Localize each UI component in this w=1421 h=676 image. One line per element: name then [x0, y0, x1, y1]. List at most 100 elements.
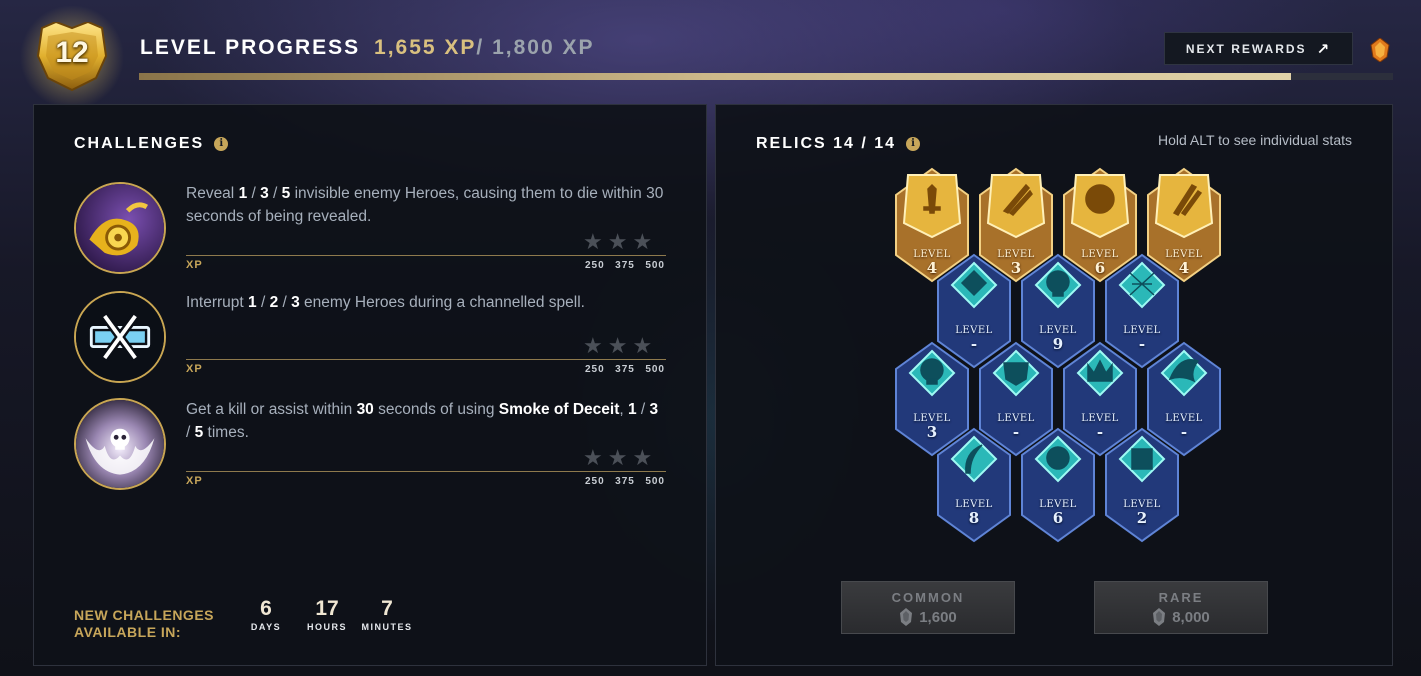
challenge-text: / [268, 185, 282, 202]
xp-value-1: 250 [585, 476, 605, 487]
challenge-item: Interrupt 1 / 2 / 3 enemy Heroes during … [74, 291, 668, 387]
challenge-text: Get a kill or assist within [186, 401, 357, 418]
challenge-item: Reveal 1 / 3 / 5 invisible enemy Heroes,… [74, 182, 668, 278]
external-arrow-icon: ↗ [1316, 40, 1332, 58]
common-button-cost: 1,600 [842, 608, 1014, 626]
challenge-stars: ★★★ [583, 445, 658, 470]
challenge-text: , [619, 401, 628, 418]
challenge-text: / [247, 185, 261, 202]
relic-blue-4-3[interactable]: LEVEL 2 [1102, 427, 1182, 543]
relics-title-text: RELICS 14 / 14 [756, 135, 897, 152]
challenge-stars: ★★★ [583, 333, 658, 358]
new-challenges-line2: AVAILABLE IN: [74, 624, 182, 640]
xp-value-1: 250 [585, 364, 605, 375]
relics-title: RELICS 14 / 14 i [756, 135, 921, 153]
current-xp: 1,655 XP [374, 36, 477, 59]
challenge-xp-label: XP [186, 259, 203, 271]
next-rewards-button[interactable]: NEXT REWARDS ↗ [1164, 32, 1353, 65]
level-progress-bar [139, 73, 1393, 80]
skull-smoke-icon [74, 398, 166, 490]
common-button-label: COMMON [891, 590, 965, 605]
info-icon[interactable]: i [214, 137, 229, 151]
shard-icon [1153, 608, 1166, 626]
max-xp: 1,800 XP [492, 36, 595, 59]
challenge-highlight: 5 [281, 185, 291, 202]
common-relic-button[interactable]: COMMON 1,600 [841, 581, 1015, 634]
info-icon[interactable]: i [906, 137, 921, 151]
challenge-highlight: 1 [628, 401, 637, 418]
challenge-highlight: 3 [291, 294, 300, 311]
timer-minutes-unit: MINUTES [361, 622, 413, 632]
challenge-text: enemy Heroes during a channelled spell. [299, 294, 585, 311]
timer-minutes-value: 7 [381, 597, 393, 620]
challenges-title: CHALLENGES i [74, 135, 229, 153]
rare-button-label: RARE [1158, 590, 1204, 605]
xp-value-2: 375 [615, 364, 635, 375]
challenge-text: / [186, 424, 195, 441]
relic-blue-4-1[interactable]: LEVEL 8 [934, 427, 1014, 543]
xp-separator: / [476, 36, 485, 59]
challenge-xp-values: 250 375 500 [585, 476, 665, 487]
challenge-highlight: 3 [649, 401, 659, 418]
rare-cost-value: 8,000 [1172, 608, 1210, 626]
relics-panel: RELICS 14 / 14 i Hold ALT to see individ… [715, 104, 1393, 666]
level-progress-title: LEVEL PROGRESS 1,655 XP/ 1,800 XP [140, 36, 595, 60]
xp-value-2: 375 [615, 476, 635, 487]
challenge-xp-values: 250 375 500 [585, 260, 665, 271]
shard-icon [900, 608, 913, 626]
challenge-text: seconds of using [373, 401, 499, 418]
challenges-title-text: CHALLENGES [74, 135, 205, 152]
challenge-text: / [256, 294, 270, 311]
challenge-stars: ★★★ [583, 229, 658, 254]
challenge-highlight: 5 [194, 424, 204, 441]
xp-value-3: 500 [645, 260, 665, 271]
level-progress-label: LEVEL PROGRESS [140, 36, 361, 59]
challenge-highlight: 2 [269, 294, 279, 311]
challenge-text: times. [203, 424, 249, 441]
relic-level-value: 8 [968, 509, 980, 527]
challenge-divider [186, 255, 666, 256]
challenge-divider [186, 471, 666, 472]
rare-button-cost: 8,000 [1095, 608, 1267, 626]
wisp-scroll-icon [74, 182, 166, 274]
challenge-xp-label: XP [186, 363, 203, 375]
xp-value-3: 500 [645, 364, 665, 375]
challenge-xp-values: 250 375 500 [585, 364, 665, 375]
level-number: 12 [55, 36, 89, 69]
level-badge: 12 [14, 2, 130, 112]
challenge-description: Reveal 1 / 3 / 5 invisible enemy Heroes,… [186, 182, 666, 228]
shard-currency-icon[interactable] [1370, 38, 1390, 62]
challenge-text: Interrupt [186, 294, 249, 311]
next-rewards-label: NEXT REWARDS [1185, 41, 1307, 56]
challenge-text: / [636, 401, 650, 418]
relic-blue-4-2[interactable]: LEVEL 6 [1018, 427, 1098, 543]
xp-value-1: 250 [585, 260, 605, 271]
common-cost-value: 1,600 [919, 608, 957, 626]
challenge-xp-label: XP [186, 475, 203, 487]
timer-minutes: 7 MINUTES [352, 597, 422, 632]
challenge-text: / [278, 294, 292, 311]
interrupt-bar-icon [74, 291, 166, 383]
challenge-description: Interrupt 1 / 2 / 3 enemy Heroes during … [186, 291, 666, 314]
new-challenges-label: NEW CHALLENGES AVAILABLE IN: [74, 607, 214, 641]
timer-days-unit: DAYS [250, 622, 282, 632]
xp-value-2: 375 [615, 260, 635, 271]
rare-relic-button[interactable]: RARE 8,000 [1094, 581, 1268, 634]
timer-days: 6 DAYS [231, 597, 301, 632]
relic-level-value: 2 [1136, 509, 1148, 527]
hold-alt-hint: Hold ALT to see individual stats [1157, 132, 1352, 148]
relic-level-value: 6 [1052, 509, 1064, 527]
challenges-panel: CHALLENGES i Reveal 1 / 3 / 5 invisible … [33, 104, 707, 666]
challenge-description: Get a kill or assist within 30 seconds o… [186, 398, 666, 444]
challenge-highlight: 1 [248, 294, 257, 311]
challenge-divider [186, 359, 666, 360]
challenge-item: Get a kill or assist within 30 seconds o… [74, 398, 668, 494]
level-progress-fill [139, 73, 1292, 80]
xp-value-3: 500 [645, 476, 665, 487]
challenge-highlight: Smoke of Deceit [498, 401, 620, 418]
challenge-text: Reveal [186, 185, 239, 202]
challenge-highlight: 3 [260, 185, 269, 202]
challenge-highlight: 30 [356, 401, 374, 418]
new-challenges-line1: NEW CHALLENGES [74, 607, 214, 623]
timer-days-value: 6 [260, 597, 272, 620]
